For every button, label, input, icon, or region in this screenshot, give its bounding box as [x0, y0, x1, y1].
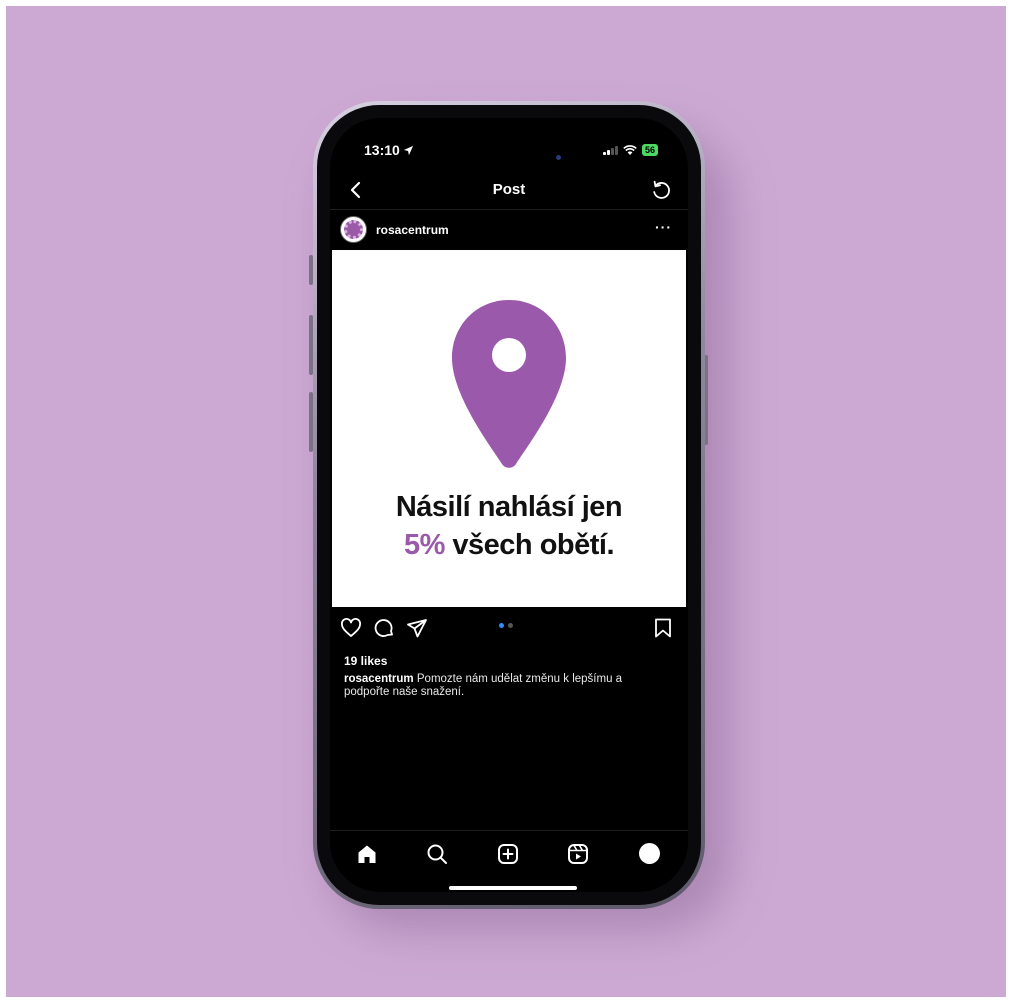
comment-icon[interactable]: [373, 617, 395, 639]
status-time-text: 13:10: [364, 142, 400, 158]
status-time: 13:10: [364, 142, 414, 158]
post-caption: rosacentrum Pomozte nám udělat změnu k l…: [344, 673, 664, 699]
page-title: Post: [492, 181, 526, 198]
bookmark-icon[interactable]: [652, 617, 674, 639]
post-author-row: rosacentrum ···: [330, 213, 688, 249]
headline-percentage: 5%: [403, 529, 445, 561]
heart-icon[interactable]: [340, 617, 362, 639]
post-headline: Násilí nahlásí jen 5% všech obětí.: [332, 488, 686, 564]
camera-indicator: [556, 155, 561, 160]
dynamic-island: [448, 132, 566, 165]
phone-screen: 13:10 56 Post rosacentrum ··· Násilí nah…: [330, 118, 688, 892]
post-image[interactable]: Násilí nahlásí jen 5% všech obětí.: [332, 250, 686, 607]
headline-line-2-text: všech obětí.: [452, 529, 615, 561]
add-post-icon[interactable]: [497, 843, 519, 865]
location-pin-icon: [452, 300, 566, 468]
location-arrow-icon: [403, 145, 413, 155]
status-indicators: 56: [602, 144, 658, 156]
home-icon[interactable]: [356, 843, 378, 865]
carousel-indicator: [499, 623, 513, 628]
wifi-icon: [623, 144, 637, 155]
likes-count[interactable]: 19 likes: [344, 654, 387, 668]
home-indicator[interactable]: [449, 886, 577, 890]
carousel-dot-active: [499, 623, 504, 628]
post-header-bar: Post: [330, 170, 688, 210]
profile-icon[interactable]: [639, 843, 660, 864]
battery-indicator: 56: [641, 144, 658, 156]
more-options-button[interactable]: ···: [655, 219, 672, 235]
cellular-signal-icon: [602, 145, 618, 155]
headline-line-2: 5% všech obětí.: [332, 526, 686, 564]
search-icon[interactable]: [426, 843, 448, 865]
bottom-navigation: [330, 830, 688, 874]
rosacentrum-logo-icon: [344, 220, 363, 239]
post-actions: [330, 613, 688, 643]
phone-frame: 13:10 56 Post rosacentrum ··· Násilí nah…: [313, 101, 705, 909]
caption-username[interactable]: rosacentrum: [344, 673, 414, 685]
carousel-dot: [508, 623, 513, 628]
post-username[interactable]: rosacentrum: [376, 223, 449, 237]
headline-line-1: Násilí nahlásí jen: [395, 491, 623, 523]
avatar[interactable]: [340, 216, 367, 243]
refresh-icon[interactable]: [650, 179, 672, 201]
share-icon[interactable]: [406, 617, 428, 639]
reels-icon[interactable]: [567, 843, 589, 865]
